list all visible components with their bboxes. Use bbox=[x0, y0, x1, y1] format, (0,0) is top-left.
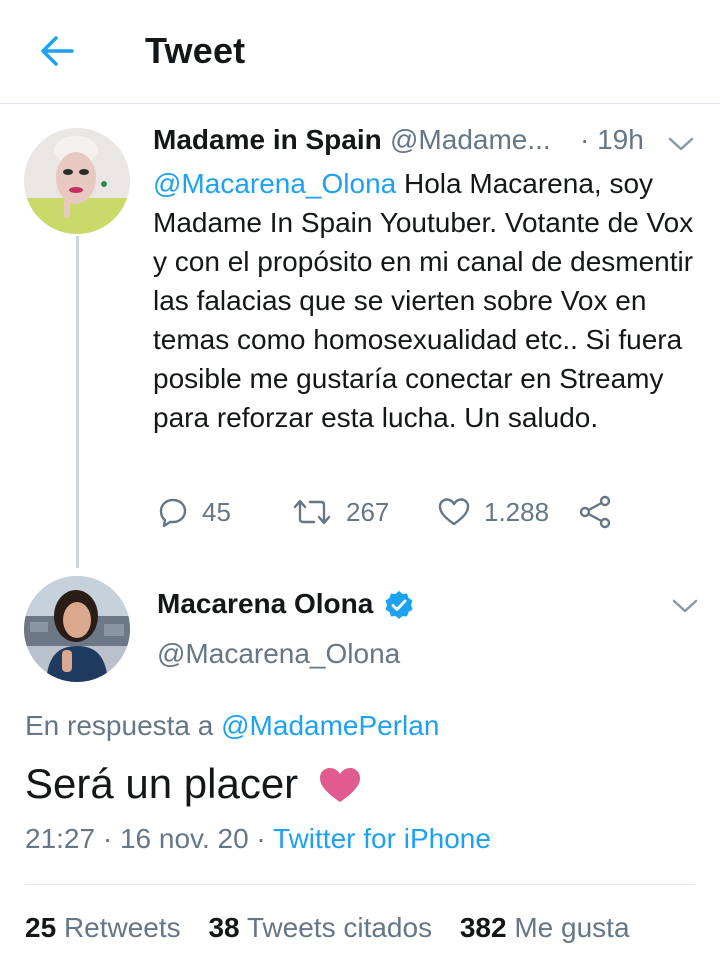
like-button[interactable]: 1.288 bbox=[438, 492, 549, 532]
tweet-source-link[interactable]: Twitter for iPhone bbox=[273, 823, 491, 854]
parent-author-name[interactable]: Madame in Spain bbox=[153, 124, 382, 156]
likes-count: 382 bbox=[459, 912, 507, 943]
quotes-label: Tweets citados bbox=[246, 912, 433, 943]
reply-to-link[interactable]: @MadamePerlan bbox=[221, 710, 439, 741]
share-icon bbox=[579, 495, 611, 529]
author-handle[interactable]: @Macarena_Olona bbox=[157, 638, 400, 670]
page-title: Tweet bbox=[145, 30, 246, 71]
parent-tweet-menu[interactable] bbox=[668, 136, 694, 152]
arrow-left-icon bbox=[41, 36, 74, 66]
pink-heart-emoji-icon bbox=[320, 768, 360, 802]
header-bar: Tweet bbox=[0, 0, 720, 104]
tweet-text: Será un placer bbox=[25, 760, 299, 807]
likes-label: Me gusta bbox=[514, 912, 630, 943]
retweets-stat[interactable]: 25 Retweets bbox=[25, 912, 181, 943]
retweets-label: Retweets bbox=[63, 912, 181, 943]
reply-prefix: En respuesta a bbox=[25, 710, 214, 741]
divider bbox=[25, 884, 695, 885]
retweets-count: 25 bbox=[25, 912, 57, 943]
tweet-stats: 25 Retweets 38 Tweets citados 382 Me gus… bbox=[25, 912, 650, 944]
parent-tweet-time[interactable]: · 19h bbox=[580, 124, 644, 156]
mention-link[interactable]: @Macarena_Olona bbox=[153, 168, 396, 199]
heart-icon bbox=[438, 498, 470, 526]
quotes-count: 38 bbox=[208, 912, 240, 943]
parent-author-handle[interactable]: @Madame... bbox=[390, 124, 551, 156]
reply-button[interactable]: 45 bbox=[158, 492, 231, 532]
avatar-madame[interactable] bbox=[24, 128, 130, 234]
parent-tweet-body: Hola Macarena, soy Madame In Spain Youtu… bbox=[153, 168, 694, 433]
back-button[interactable] bbox=[36, 30, 78, 72]
reply-count: 45 bbox=[202, 496, 231, 527]
retweet-count: 267 bbox=[346, 496, 390, 527]
chevron-down-icon bbox=[668, 137, 694, 151]
parent-tweet-text: @Macarena_Olona Hola Macarena, soy Madam… bbox=[153, 164, 713, 437]
quotes-stat[interactable]: 38 Tweets citados bbox=[208, 912, 432, 943]
tweet-meta: 21:27 · 16 nov. 20 · Twitter for iPhone bbox=[25, 823, 491, 855]
retweet-icon bbox=[293, 499, 331, 525]
tweet-timestamp[interactable]: 21:27 · 16 nov. 20 · bbox=[25, 823, 266, 854]
like-count: 1.288 bbox=[484, 496, 550, 527]
avatar-macarena[interactable] bbox=[24, 576, 130, 682]
verified-badge-icon bbox=[385, 591, 413, 619]
chevron-down-icon bbox=[672, 599, 698, 613]
reply-context: En respuesta a @MadamePerlan bbox=[25, 710, 439, 742]
reply-icon bbox=[159, 498, 187, 527]
author-name[interactable]: Macarena Olona bbox=[157, 588, 373, 620]
likes-stat[interactable]: 382 Me gusta bbox=[460, 912, 630, 943]
thread-line bbox=[76, 236, 79, 568]
share-button[interactable] bbox=[578, 492, 612, 532]
retweet-button[interactable]: 267 bbox=[292, 492, 389, 532]
tweet-menu[interactable] bbox=[672, 598, 698, 614]
